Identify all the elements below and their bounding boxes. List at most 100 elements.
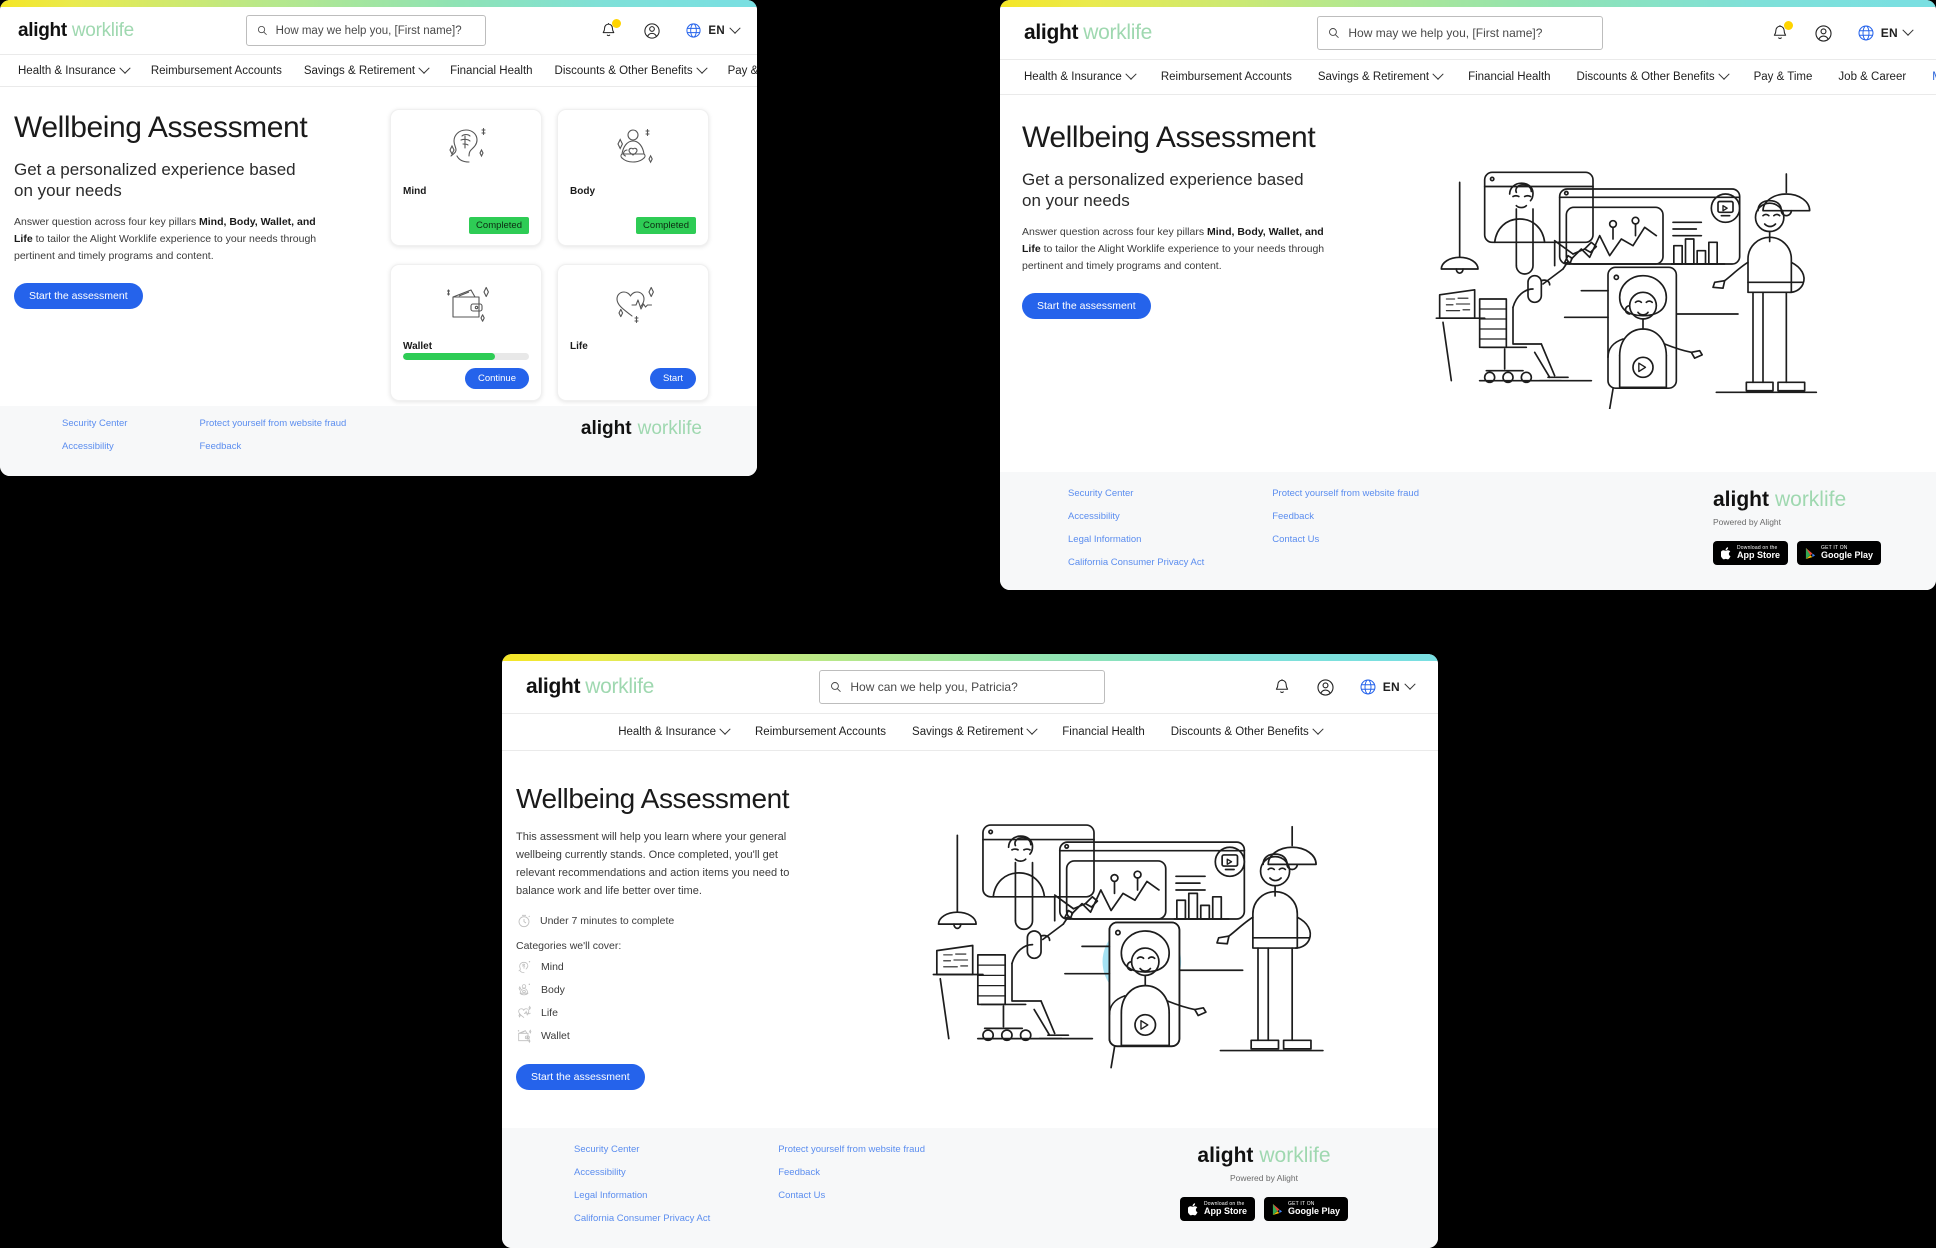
nav-item-savings-retirement[interactable]: Savings & Retirement bbox=[1318, 68, 1444, 83]
nav-item-health-insurance[interactable]: Health & Insurance bbox=[1024, 68, 1137, 83]
footer-link-website-fraud[interactable]: Protect yourself from website fraud bbox=[199, 418, 346, 429]
card-title: Life bbox=[570, 340, 588, 352]
life-icon bbox=[616, 286, 654, 323]
nav-item-savings-retirement[interactable]: Savings & Retirement bbox=[304, 62, 430, 77]
account-button[interactable] bbox=[1813, 22, 1835, 44]
page-description: Answer question across four key pillars … bbox=[1022, 224, 1327, 275]
chevron-down-icon bbox=[719, 723, 731, 735]
chevron-down-icon bbox=[1902, 24, 1914, 36]
nav-more-button[interactable]: More bbox=[1932, 71, 1936, 83]
footer-link-accessibility[interactable]: Accessibility bbox=[574, 1167, 710, 1178]
nav-item-reimbursement-accounts[interactable]: Reimbursement Accounts bbox=[755, 726, 886, 738]
footer-link-security-center[interactable]: Security Center bbox=[62, 418, 127, 429]
search-input[interactable]: How may we help you, [First name]? bbox=[245, 15, 486, 46]
powered-by-label: Powered by Alight bbox=[1712, 517, 1782, 527]
chevron-down-icon bbox=[1717, 68, 1730, 80]
search-area: How may we help you, [First name]? bbox=[134, 15, 598, 46]
nav-item-discounts-other-benefits[interactable]: Discounts & Other Benefits bbox=[555, 62, 708, 77]
language-selector[interactable]: EN bbox=[1359, 678, 1416, 696]
search-input[interactable]: How can we help you, Patricia? bbox=[819, 670, 1106, 704]
footer-link-accessibility[interactable]: Accessibility bbox=[62, 441, 127, 452]
footer-link-website-fraud[interactable]: Protect yourself from website fraud bbox=[1272, 488, 1419, 499]
pillar-card-grid: Mind Completed Body Completed Wallet Con… bbox=[380, 87, 709, 406]
nav-item-financial-health[interactable]: Financial Health bbox=[1468, 71, 1550, 83]
logo[interactable]: alight worklife bbox=[1024, 21, 1152, 45]
search-input[interactable]: How may we help you, [First name]? bbox=[1317, 16, 1604, 50]
footer-logo-alight: alight bbox=[1197, 1144, 1254, 1167]
nav-label: Job & Career bbox=[1838, 71, 1907, 83]
pillar-card-mind[interactable]: Mind Completed bbox=[390, 109, 542, 246]
search-placeholder: How may we help you, [First name]? bbox=[1348, 26, 1543, 40]
page-header: alight worklife How may we help you, [Fi… bbox=[1000, 7, 1936, 59]
footer-link-security-center[interactable]: Security Center bbox=[574, 1144, 710, 1155]
logo[interactable]: alight worklife bbox=[526, 675, 654, 699]
nav-item-financial-health[interactable]: Financial Health bbox=[1062, 726, 1144, 738]
footer-link-feedback[interactable]: Feedback bbox=[778, 1167, 925, 1178]
footer-logo: alight worklife bbox=[1713, 488, 1846, 512]
clock-icon bbox=[518, 915, 531, 928]
footer-link-contact-us[interactable]: Contact Us bbox=[778, 1190, 925, 1201]
footer-link-ccpa[interactable]: California Consumer Privacy Act bbox=[574, 1213, 710, 1224]
notifications-button[interactable] bbox=[1769, 21, 1793, 44]
google-play-big: Google Play bbox=[1287, 1205, 1340, 1216]
nav-item-pay-time[interactable]: Pay & Time bbox=[1754, 71, 1813, 83]
category-item-mind: Mind bbox=[516, 959, 832, 975]
footer-link-contact-us[interactable]: Contact Us bbox=[1272, 534, 1419, 545]
footer-links: Security Center Accessibility Protect yo… bbox=[0, 418, 346, 462]
continue-button[interactable]: Continue bbox=[464, 367, 529, 389]
nav-label: Pay & Time bbox=[727, 64, 757, 77]
pillar-card-life[interactable]: Life Start bbox=[557, 263, 709, 401]
page-title: Wellbeing Assessment bbox=[14, 111, 308, 144]
powered-by-label: Powered by Alight bbox=[1229, 1173, 1298, 1183]
footer-link-legal-information[interactable]: Legal Information bbox=[1068, 534, 1204, 545]
account-button[interactable] bbox=[1315, 676, 1337, 698]
footer-link-security-center[interactable]: Security Center bbox=[1068, 488, 1204, 499]
app-store-badge[interactable]: Download on the App Store bbox=[1179, 1197, 1255, 1221]
nav-item-health-insurance[interactable]: Health & Insurance bbox=[618, 723, 731, 738]
nav-item-savings-retirement[interactable]: Savings & Retirement bbox=[912, 723, 1038, 738]
start-assessment-button[interactable]: Start the assessment bbox=[14, 283, 143, 309]
main-nav: Health & Insurance Reimbursement Account… bbox=[502, 713, 1438, 751]
footer-column-2: Protect yourself from website fraud Feed… bbox=[199, 418, 346, 462]
nav-item-job-career[interactable]: Job & Career bbox=[1838, 71, 1906, 83]
globe-icon bbox=[1360, 679, 1376, 695]
desc-post: to tailor the Alight Worklife experience… bbox=[1022, 243, 1325, 272]
language-selector[interactable]: EN bbox=[1857, 24, 1914, 42]
card-art bbox=[403, 276, 529, 334]
notifications-button[interactable] bbox=[597, 18, 622, 42]
footer-link-ccpa[interactable]: California Consumer Privacy Act bbox=[1068, 557, 1204, 568]
start-assessment-button[interactable]: Start the assessment bbox=[1022, 293, 1151, 319]
nav-item-pay-time[interactable]: Pay & Time bbox=[728, 65, 757, 77]
nav-item-reimbursement-accounts[interactable]: Reimbursement Accounts bbox=[1161, 71, 1292, 83]
footer-link-website-fraud[interactable]: Protect yourself from website fraud bbox=[778, 1144, 925, 1155]
nav-item-financial-health[interactable]: Financial Health bbox=[450, 65, 532, 77]
workplace-illustration bbox=[1435, 171, 1818, 409]
nav-item-health-insurance[interactable]: Health & Insurance bbox=[18, 62, 131, 77]
wallet-icon bbox=[517, 1029, 532, 1044]
nav-item-reimbursement-accounts[interactable]: Reimbursement Accounts bbox=[151, 65, 282, 77]
page-header: alight worklife How can we help you, Pat… bbox=[502, 661, 1438, 713]
start-button[interactable]: Start bbox=[649, 367, 696, 389]
account-button[interactable] bbox=[641, 20, 663, 42]
language-selector[interactable]: EN bbox=[685, 22, 741, 39]
footer-link-feedback[interactable]: Feedback bbox=[199, 441, 346, 452]
notifications-button[interactable] bbox=[1271, 676, 1293, 698]
logo[interactable]: alight worklife bbox=[18, 20, 134, 42]
pillar-card-wallet[interactable]: Wallet Continue bbox=[390, 263, 542, 401]
nav-item-discounts-other-benefits[interactable]: Discounts & Other Benefits bbox=[1171, 723, 1324, 738]
footer-link-accessibility[interactable]: Accessibility bbox=[1068, 511, 1204, 522]
footer-link-legal-information[interactable]: Legal Information bbox=[574, 1190, 710, 1201]
pillar-card-body[interactable]: Body Completed bbox=[557, 109, 709, 246]
footer-link-feedback[interactable]: Feedback bbox=[1272, 511, 1419, 522]
google-play-badge[interactable]: GET IT ON Google Play bbox=[1263, 1197, 1348, 1221]
google-play-icon bbox=[1805, 547, 1816, 559]
user-icon bbox=[644, 22, 661, 39]
page-title: Wellbeing Assessment bbox=[516, 783, 790, 814]
nav-item-discounts-other-benefits[interactable]: Discounts & Other Benefits bbox=[1577, 68, 1730, 83]
chevron-down-icon bbox=[695, 62, 708, 74]
start-assessment-button[interactable]: Start the assessment bbox=[516, 1064, 645, 1091]
google-play-badge[interactable]: GET IT ON Google Play bbox=[1796, 541, 1881, 565]
footer-column-2: Protect yourself from website fraud Feed… bbox=[778, 1144, 925, 1234]
app-store-badge[interactable]: Download on the App Store bbox=[1712, 541, 1788, 565]
nav-label: Health & Insurance bbox=[1024, 71, 1122, 83]
